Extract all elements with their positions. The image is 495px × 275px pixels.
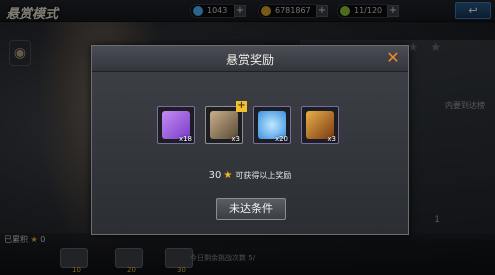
condition-not-met-button[interactable]: 未达条件 xyxy=(216,198,286,220)
reward-items: x18 x3 + x20 x3 xyxy=(157,101,347,150)
item-quantity: x18 xyxy=(178,135,192,143)
reward-item-rifle[interactable]: x3 + xyxy=(205,101,247,144)
item-quantity: x3 xyxy=(231,135,240,143)
star-icon: ★ xyxy=(223,170,233,181)
close-button[interactable]: ✕ xyxy=(384,49,402,67)
item-quantity: x20 xyxy=(274,135,288,143)
requirement-text: 可获得以上奖励 xyxy=(235,171,292,180)
reward-item-ticket[interactable]: x18 xyxy=(157,106,195,144)
item-quantity: x3 xyxy=(327,135,336,143)
reward-requirement: 30 ★ 可获得以上奖励 xyxy=(92,170,408,181)
reward-item-diamond[interactable]: x20 xyxy=(253,106,291,144)
dialog-header: 悬赏奖励 ✕ xyxy=(92,46,408,72)
dialog-title: 悬赏奖励 xyxy=(225,53,274,67)
reward-item-card[interactable]: x3 xyxy=(301,106,339,144)
requirement-count: 30 xyxy=(208,170,222,181)
bounty-reward-dialog: 悬赏奖励 ✕ x18 x3 + x20 x3 30 ★ 可获得以上奖励 未达条件 xyxy=(91,45,409,235)
plus-badge-icon: + xyxy=(236,100,247,112)
